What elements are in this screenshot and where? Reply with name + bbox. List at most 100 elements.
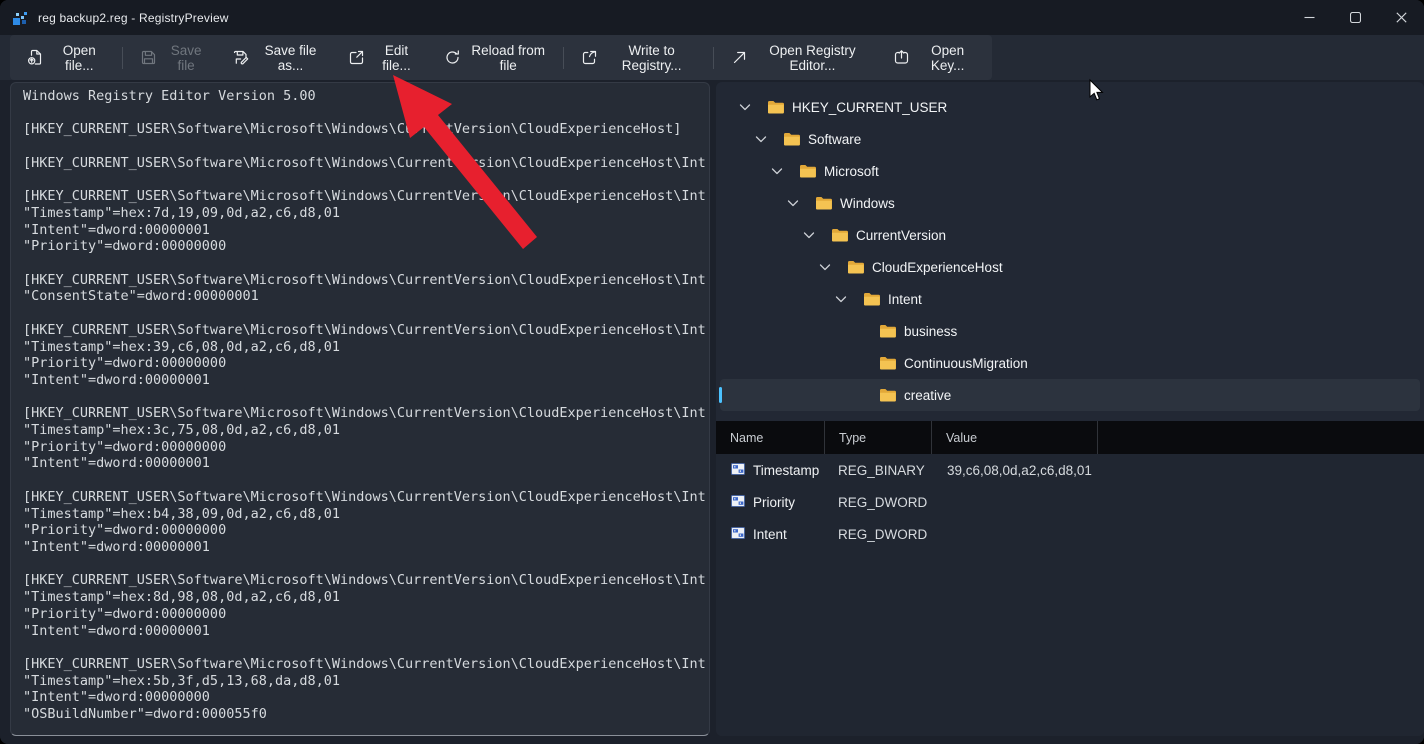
open-registry-editor-label: Open Registry Editor...	[758, 43, 868, 73]
content-area: Windows Registry Editor Version 5.00 [HK…	[0, 80, 1424, 744]
registry-binary-value-icon	[730, 461, 746, 480]
save-file-label: Save file	[167, 43, 206, 73]
value-type: REG_DWORD	[825, 527, 932, 542]
tree-item-microsoft[interactable]: Microsoft	[720, 155, 1420, 187]
open-file-icon	[27, 49, 44, 66]
reload-from-file-button[interactable]: Reload from file	[431, 40, 559, 76]
tree-item-creative[interactable]: creative	[720, 379, 1420, 411]
registry-dword-value-icon	[730, 525, 746, 544]
column-header-name[interactable]: Name	[716, 421, 825, 454]
tree-item-label: Microsoft	[824, 164, 879, 179]
registry-preview-panel: HKEY_CURRENT_USER Software Microsoft Win…	[716, 82, 1424, 736]
value-row-priority[interactable]: Priority REG_DWORD	[716, 486, 1424, 518]
save-file-as-label: Save file as...	[259, 43, 323, 73]
toolbar: Open file... Save file	[10, 35, 992, 80]
tree-item-label: creative	[904, 388, 951, 403]
column-header-filler	[1098, 421, 1424, 454]
folder-icon	[879, 356, 896, 370]
tree-item-label: HKEY_CURRENT_USER	[792, 100, 947, 115]
write-registry-icon	[581, 49, 598, 66]
value-data: 39,c6,08,0d,a2,c6,d8,01	[932, 463, 1092, 478]
write-to-registry-label: Write to Registry...	[608, 43, 696, 73]
folder-icon	[799, 164, 816, 178]
write-to-registry-button[interactable]: Write to Registry...	[568, 40, 709, 76]
edit-file-button[interactable]: Edit file...	[335, 40, 430, 76]
window-title: reg backup2.reg - RegistryPreview	[38, 11, 229, 25]
tree-item-label: business	[904, 324, 957, 339]
open-key-icon	[893, 49, 910, 66]
open-key-button[interactable]: Open Key...	[880, 40, 988, 76]
value-row-timestamp[interactable]: Timestamp REG_BINARY 39,c6,08,0d,a2,c6,d…	[716, 454, 1424, 486]
app-icon	[12, 10, 28, 26]
minimize-button[interactable]	[1286, 0, 1332, 35]
save-file-as-button[interactable]: Save file as...	[219, 40, 336, 76]
registry-file-editor[interactable]: Windows Registry Editor Version 5.00 [HK…	[10, 82, 710, 736]
chevron-down-icon[interactable]	[819, 264, 847, 271]
tree-item-software[interactable]: Software	[720, 123, 1420, 155]
reload-from-file-label: Reload from file	[471, 43, 546, 73]
maximize-button[interactable]	[1332, 0, 1378, 35]
folder-icon	[767, 100, 784, 114]
folder-icon	[831, 228, 848, 242]
toolbar-band: Open file... Save file	[0, 35, 1424, 80]
open-registry-editor-button[interactable]: Open Registry Editor...	[718, 40, 881, 76]
registry-dword-value-icon	[730, 493, 746, 512]
open-key-label: Open Key...	[920, 43, 975, 73]
value-type: REG_BINARY	[825, 463, 932, 478]
tree-item-label: Software	[808, 132, 861, 147]
app-window: reg backup2.reg - RegistryPreview	[0, 0, 1424, 744]
tree-item-label: Intent	[888, 292, 922, 307]
folder-icon	[879, 324, 896, 338]
save-file-as-icon	[232, 49, 249, 66]
open-registry-editor-icon	[731, 49, 748, 66]
value-name: Timestamp	[753, 463, 819, 478]
folder-icon	[879, 388, 896, 402]
tree-item-cloudexperiencehost[interactable]: CloudExperienceHost	[720, 251, 1420, 283]
tree-item-currentversion[interactable]: CurrentVersion	[720, 219, 1420, 251]
reload-icon	[444, 49, 461, 66]
chevron-down-icon[interactable]	[739, 104, 767, 111]
value-grid-header: Name Type Value	[716, 421, 1424, 454]
chevron-down-icon[interactable]	[755, 136, 783, 143]
value-name: Intent	[753, 527, 787, 542]
tree-item-windows[interactable]: Windows	[720, 187, 1420, 219]
close-icon	[1396, 12, 1407, 23]
edit-file-icon	[348, 49, 365, 66]
column-header-type[interactable]: Type	[825, 421, 932, 454]
toolbar-separator	[713, 47, 714, 69]
save-file-icon	[140, 49, 157, 66]
minimize-icon	[1304, 12, 1315, 23]
tree-item-hkey-current-user[interactable]: HKEY_CURRENT_USER	[720, 91, 1420, 123]
value-name: Priority	[753, 495, 795, 510]
selection-accent-bar	[719, 387, 722, 403]
value-grid: Timestamp REG_BINARY 39,c6,08,0d,a2,c6,d…	[716, 454, 1424, 736]
save-file-button[interactable]: Save file	[127, 40, 219, 76]
titlebar: reg backup2.reg - RegistryPreview	[0, 0, 1424, 35]
chevron-down-icon[interactable]	[835, 296, 863, 303]
tree-item-label: ContinuousMigration	[904, 356, 1028, 371]
chevron-down-icon[interactable]	[803, 232, 831, 239]
value-row-intent[interactable]: Intent REG_DWORD	[716, 518, 1424, 550]
maximize-icon	[1350, 12, 1361, 23]
toolbar-separator	[122, 47, 123, 69]
edit-file-label: Edit file...	[375, 43, 417, 73]
folder-icon	[783, 132, 800, 146]
tree-item-label: CurrentVersion	[856, 228, 946, 243]
window-controls	[1286, 0, 1424, 35]
open-file-label: Open file...	[54, 43, 105, 73]
folder-icon	[847, 260, 864, 274]
value-type: REG_DWORD	[825, 495, 932, 510]
close-button[interactable]	[1378, 0, 1424, 35]
column-header-value[interactable]: Value	[932, 421, 1098, 454]
toolbar-separator	[563, 47, 564, 69]
folder-icon	[815, 196, 832, 210]
tree-item-continuousmigration[interactable]: ContinuousMigration	[720, 347, 1420, 379]
chevron-down-icon[interactable]	[771, 168, 799, 175]
tree-item-intent[interactable]: Intent	[720, 283, 1420, 315]
tree-item-label: Windows	[840, 196, 895, 211]
chevron-down-icon[interactable]	[787, 200, 815, 207]
registry-tree: HKEY_CURRENT_USER Software Microsoft Win…	[720, 91, 1420, 411]
tree-item-business[interactable]: business	[720, 315, 1420, 347]
open-file-button[interactable]: Open file...	[14, 40, 118, 76]
tree-item-label: CloudExperienceHost	[872, 260, 1003, 275]
